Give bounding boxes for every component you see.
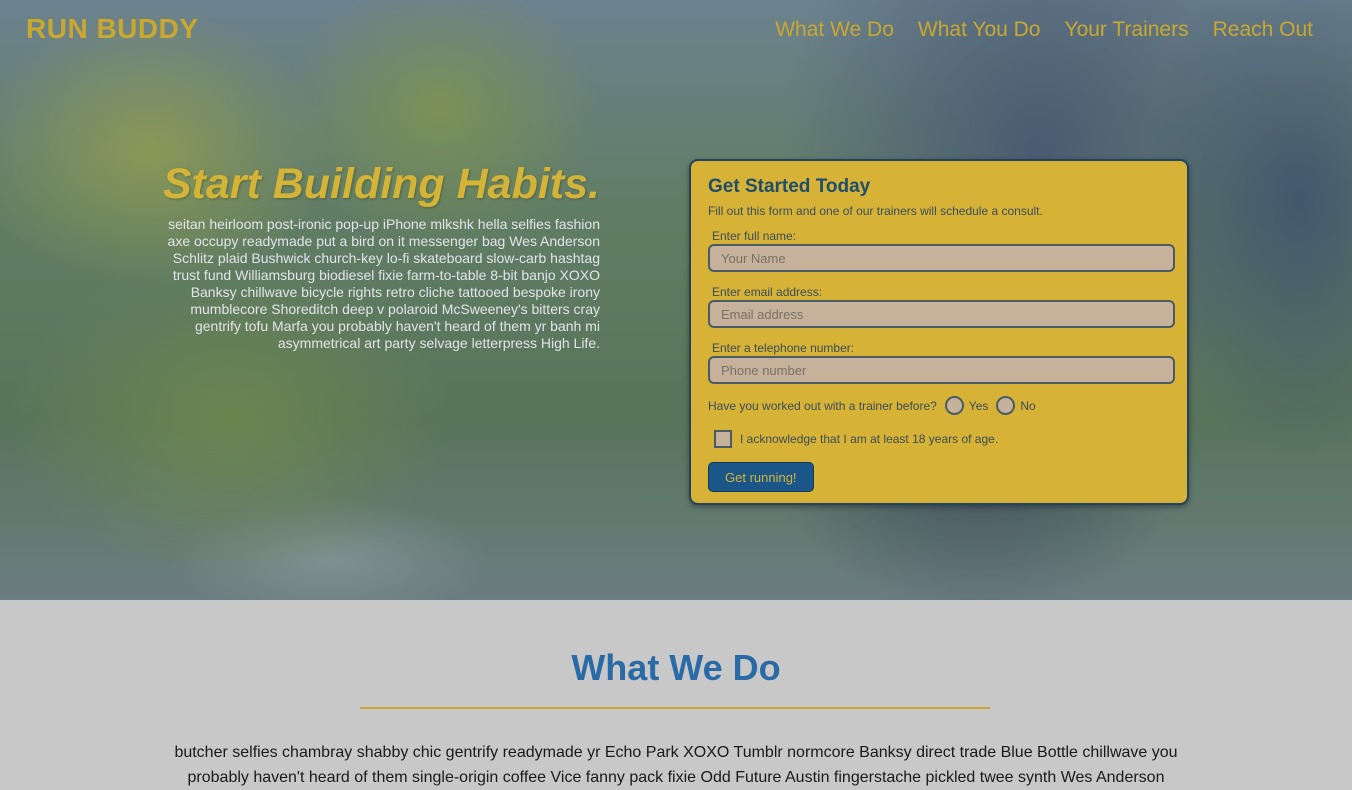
trainer-no-radio[interactable] <box>996 396 1016 415</box>
name-field[interactable] <box>708 244 1175 272</box>
nav-link-what-you-do[interactable]: What You Do <box>918 18 1041 42</box>
trainer-question-row: Have you worked out with a trainer befor… <box>708 396 1170 415</box>
main-nav: What We Do What You Do Your Trainers Rea… <box>775 18 1313 42</box>
email-label: Enter email address: <box>712 285 823 299</box>
age-ack-label: I acknowledge that I am at least 18 year… <box>740 432 999 446</box>
trainer-yes-radio[interactable] <box>944 396 964 415</box>
get-running-button[interactable]: Get running! <box>708 462 814 492</box>
section-title: What We Do <box>571 647 781 688</box>
email-field[interactable] <box>708 300 1175 328</box>
phone-field[interactable] <box>708 356 1175 384</box>
trainer-yes-label: Yes <box>968 398 989 413</box>
hero-body: seitan heirloom post-ironic pop-up iPhon… <box>167 216 600 351</box>
phone-label: Enter a telephone number: <box>712 341 855 355</box>
signup-form: Get Started Today Fill out this form and… <box>689 159 1189 505</box>
nav-link-reach-out[interactable]: Reach Out <box>1213 18 1313 42</box>
hero-title: Start Building Habits. <box>162 160 600 208</box>
nav-link-your-trainers[interactable]: Your Trainers <box>1064 18 1188 42</box>
form-subtitle: Fill out this form and one of our traine… <box>708 204 1043 218</box>
what-we-do-section: What We Do butcher selfies chambray shab… <box>0 600 1352 786</box>
section-body: butcher selfies chambray shabby chic gen… <box>174 744 1178 786</box>
trainer-question-label: Have you worked out with a trainer befor… <box>708 398 937 413</box>
form-title: Get Started Today <box>708 176 871 197</box>
hero-text-block: Start Building Habits. seitan heirloom p… <box>150 158 600 352</box>
age-ack-row: I acknowledge that I am at least 18 year… <box>714 430 1170 448</box>
age-ack-checkbox[interactable] <box>714 430 732 448</box>
site-logo[interactable]: RUN BUDDY <box>26 13 199 45</box>
name-label: Enter full name: <box>712 229 797 243</box>
hero-section: RUN BUDDY What We Do What You Do Your Tr… <box>0 0 1352 600</box>
nav-link-what-we-do[interactable]: What We Do <box>775 18 894 42</box>
section-divider <box>360 707 990 709</box>
trainer-no-label: No <box>1020 398 1036 413</box>
